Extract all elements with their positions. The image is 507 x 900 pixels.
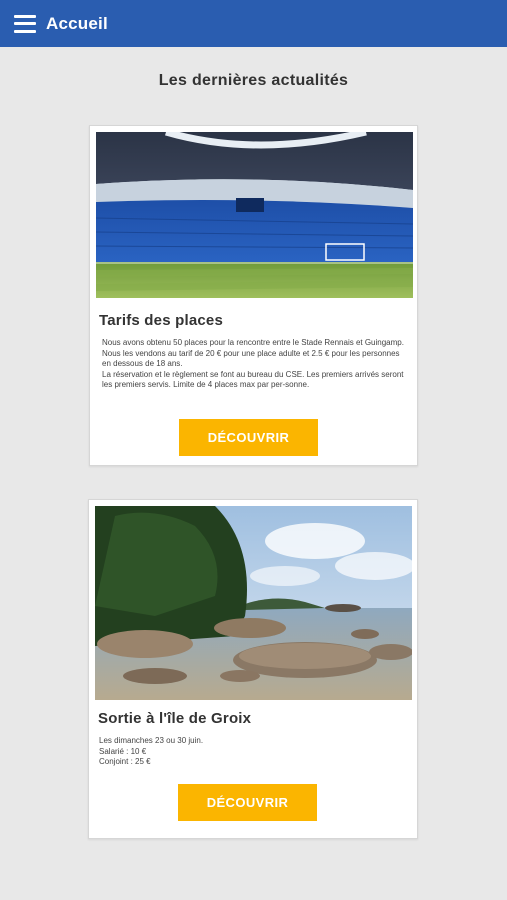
card-text-line: Conjoint : 25 € (99, 757, 151, 766)
stadium-photo (96, 132, 413, 298)
card-text-line: Les dimanches 23 ou 30 juin. (99, 736, 204, 745)
card-text-line: Salarié : 10 € (99, 746, 147, 756)
app-bar: Accueil (0, 0, 507, 47)
card-text-line: La réservation et le règlement se font a… (102, 369, 404, 390)
card-description: Nous avons obtenu 50 places pour la renc… (102, 338, 408, 391)
card-title: Tarifs des places (99, 312, 224, 329)
discover-button[interactable]: DÉCOUVRIR (179, 419, 318, 456)
card-description: Les dimanches 23 ou 30 juin. Salarié : 1… (99, 736, 405, 768)
news-card-tarifs: Tarifs des places Nous avons obtenu 50 p… (89, 125, 418, 466)
card-title: Sortie à l'île de Groix (98, 710, 252, 727)
app-title: Accueil (46, 13, 108, 33)
news-card-groix: Sortie à l'île de Groix Les dimanches 23… (88, 499, 418, 839)
card-text-line: Nous avons obtenu 50 places pour la renc… (102, 338, 404, 347)
card-text-line: Nous les vendons au tarif de 20 € pour u… (102, 348, 400, 369)
section-title: Les dernières actualités (158, 72, 349, 89)
hamburger-menu-icon[interactable] (14, 14, 36, 33)
discover-button[interactable]: DÉCOUVRIR (178, 784, 317, 821)
island-coast-photo (95, 506, 412, 700)
